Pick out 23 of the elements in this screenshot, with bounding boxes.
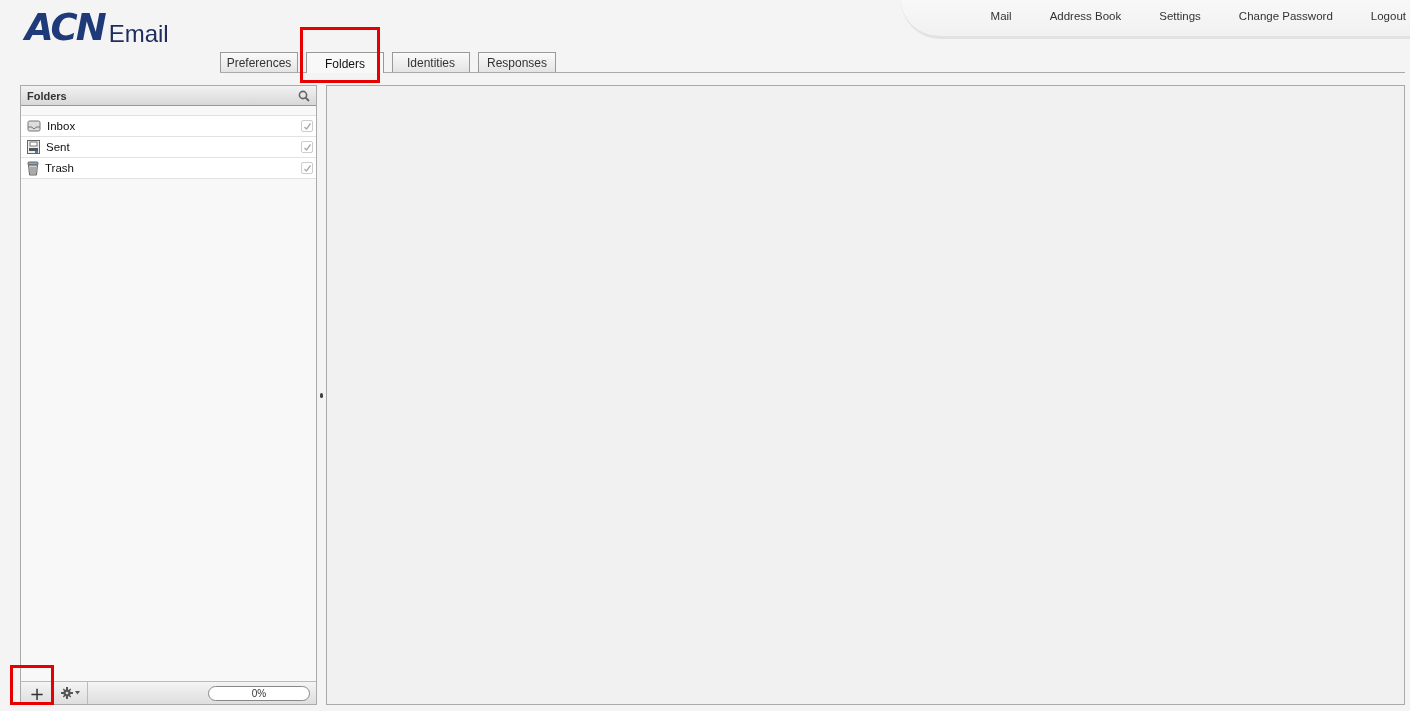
trash-can-icon bbox=[27, 160, 39, 176]
printer-icon bbox=[27, 140, 40, 154]
add-folder-button[interactable]: + bbox=[21, 682, 54, 704]
nav-link[interactable]: Logout bbox=[1370, 10, 1406, 22]
search-icon[interactable] bbox=[298, 89, 310, 102]
nav-link[interactable]: Change Password bbox=[1238, 10, 1333, 22]
subscribed-checkbox[interactable] bbox=[301, 120, 313, 132]
splitter-handle[interactable] bbox=[320, 392, 323, 398]
settings-tab[interactable]: Preferences bbox=[220, 52, 298, 72]
settings-tab[interactable]: Identities bbox=[392, 52, 470, 72]
gear-menu-icon bbox=[60, 687, 81, 699]
quota-reading: 0% bbox=[251, 687, 267, 699]
acn-email-logo: ACNEmail bbox=[22, 5, 169, 46]
nav-link[interactable]: Address Book bbox=[1049, 10, 1122, 22]
panel-title: Folders bbox=[27, 89, 67, 102]
settings-tab[interactable]: Folders bbox=[306, 52, 384, 73]
inbox-tray-icon bbox=[27, 120, 41, 132]
highlight-box bbox=[10, 665, 54, 705]
settings-tab[interactable]: Responses bbox=[478, 52, 556, 72]
nav-link[interactable]: Settings bbox=[1159, 10, 1201, 22]
subscribed-checkbox[interactable] bbox=[301, 141, 313, 153]
nav-link[interactable]: Mail bbox=[990, 10, 1012, 22]
subscribed-checkbox[interactable] bbox=[301, 162, 313, 174]
